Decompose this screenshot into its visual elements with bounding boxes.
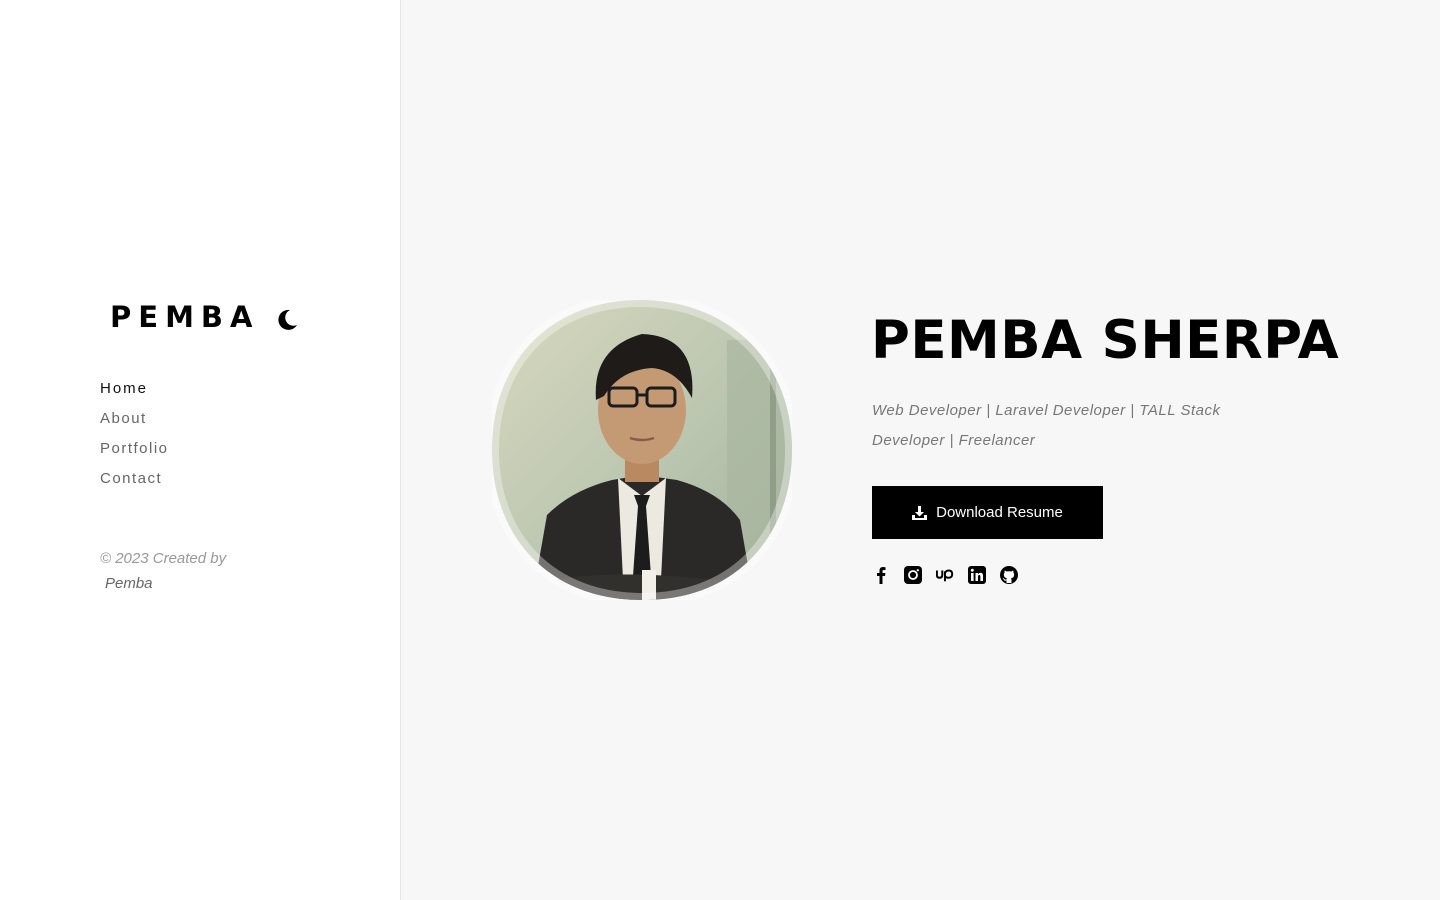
social-links — [872, 565, 1018, 585]
hero-name: PEMBA SHERPA — [871, 310, 1340, 371]
sidebar: PEMBA Home About Portfolio Contact © 202… — [0, 0, 401, 900]
download-resume-button[interactable]: Download Resume — [872, 486, 1103, 539]
main-nav: Home About Portfolio Contact — [100, 378, 169, 498]
instagram-icon[interactable] — [904, 565, 922, 585]
nav-item-contact[interactable]: Contact — [100, 468, 169, 498]
author-link[interactable]: Pemba — [100, 571, 270, 596]
nav-item-about[interactable]: About — [100, 408, 169, 438]
upwork-icon[interactable] — [936, 565, 954, 585]
linkedin-icon[interactable] — [968, 565, 986, 585]
copyright-text: © 2023 Created by — [100, 550, 227, 567]
nav-item-portfolio[interactable]: Portfolio — [100, 438, 169, 468]
download-icon — [912, 505, 928, 520]
profile-photo — [492, 300, 792, 600]
github-icon[interactable] — [1000, 565, 1018, 585]
hero-tagline: Web Developer | Laravel Developer | TALL… — [872, 402, 1221, 449]
download-resume-label: Download Resume — [936, 504, 1063, 521]
brand-logo[interactable]: PEMBA — [110, 300, 259, 334]
moon-icon[interactable] — [274, 307, 300, 333]
nav-item-home[interactable]: Home — [100, 378, 169, 408]
facebook-icon[interactable] — [872, 565, 890, 585]
copyright-note: © 2023 Created by Pemba — [100, 546, 270, 596]
